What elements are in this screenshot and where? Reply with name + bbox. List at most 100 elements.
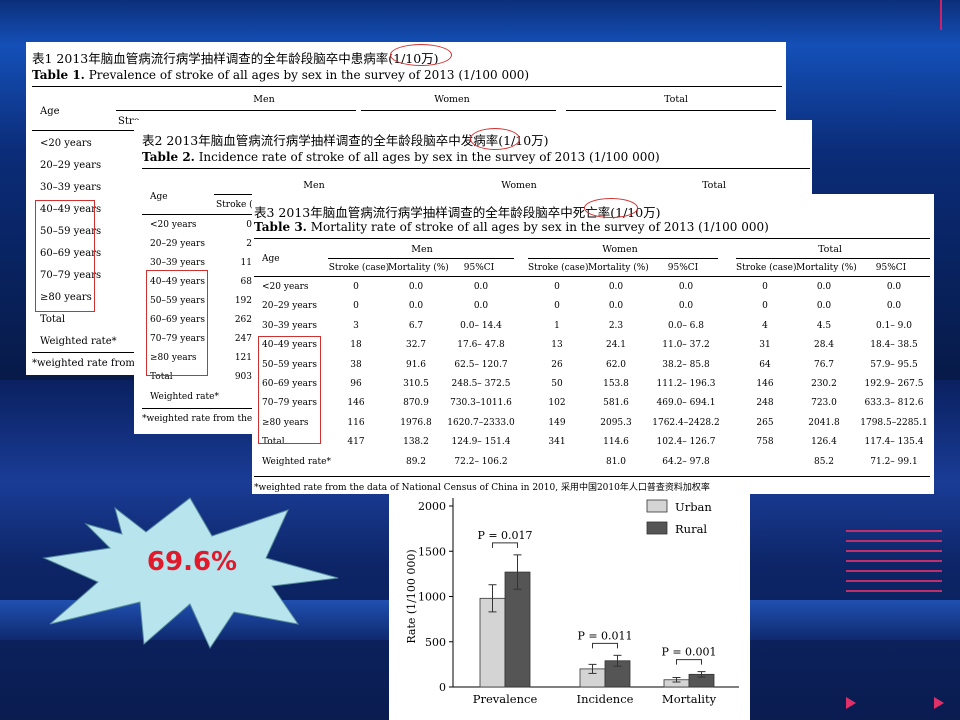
- table3-subheader: Stroke (case): [328, 263, 390, 273]
- table3-cell: 0.0: [608, 301, 624, 312]
- table3-cell: 62.0: [605, 359, 627, 370]
- table3-cell: 62.5– 120.7: [454, 359, 508, 370]
- table3-cell: 116: [347, 417, 365, 428]
- table3-cell: 146: [347, 398, 365, 409]
- table3-cell: 11.0– 37.2: [662, 340, 710, 351]
- table1-caption-cn: 表1 2013年脑血管病流行病学抽样调查的全年龄段脑卒中患病率(1/10万): [32, 51, 439, 66]
- table3-cell: 2.3: [608, 320, 624, 331]
- table3-cell: 0.0: [678, 301, 694, 312]
- table3-rule-women: [528, 258, 718, 259]
- table3-cell: 102.4– 126.7: [656, 437, 716, 448]
- decorative-line: [940, 0, 942, 30]
- table3-caption-en: Table 3. Mortality rate of stroke of all…: [254, 220, 769, 234]
- table3-cell: 146: [756, 379, 774, 389]
- highlight-percentage: 69.6%: [146, 547, 238, 577]
- table3-cell: 341: [548, 437, 566, 448]
- bar-chart: 0 500 1000 1500 2000 Rate (1/100 000) Prevalen…: [405, 498, 739, 706]
- table3-cell: 149: [548, 417, 566, 428]
- table3-cell: 0.0: [886, 301, 902, 312]
- y-tick-label: 2000: [418, 500, 446, 513]
- table3-cell: 0.0: [816, 301, 832, 312]
- table3-cell: 723.0: [811, 398, 837, 409]
- y-tick-label: 500: [425, 636, 446, 649]
- table2-caption-en: Table 2. Incidence rate of stroke of all…: [142, 150, 660, 164]
- table3-cell: 96: [350, 379, 362, 389]
- table3-cell: 64.2– 97.8: [662, 456, 710, 467]
- table1-highlight-box: [35, 200, 95, 312]
- p-value-label: P = 0.017: [477, 529, 532, 542]
- table1-age-row: Total: [40, 314, 66, 325]
- table2-rule-bottom: [142, 408, 252, 409]
- legend-swatch: [646, 499, 668, 513]
- table3-cell: 0: [353, 301, 359, 312]
- bar-chart-panel: 0 500 1000 1500 2000 Rate (1/100 000) Prevalen…: [389, 494, 750, 720]
- table3-rule-men: [328, 258, 514, 259]
- table3-cell: 72.2– 106.2: [454, 456, 508, 467]
- table3-cell: 633.3– 812.6: [864, 398, 924, 409]
- y-axis-label: Rate (1/100 000): [405, 549, 418, 643]
- table3-cell: 0.0: [678, 282, 694, 292]
- table3-cell: 1798.5–2285.1: [860, 417, 928, 428]
- table2-rule-head: [142, 214, 252, 215]
- table3-cell: 126.4: [811, 437, 837, 448]
- table3-cell: 0.0: [473, 301, 489, 312]
- table3-subheader: Mortality (%): [796, 263, 857, 273]
- table3-cell: 6.7: [408, 320, 424, 331]
- table3-group-women: Women: [602, 244, 638, 255]
- table1-group-total: Total: [664, 94, 688, 105]
- table3-cell: 310.5: [403, 379, 429, 389]
- table3-cell: 38.2– 85.8: [662, 359, 710, 370]
- table3-cell: 0.0: [886, 282, 902, 292]
- table3-cell: 870.9: [403, 398, 429, 409]
- table3-cell: 0.0– 6.8: [668, 320, 704, 331]
- table2-highlight-oval: [470, 128, 520, 150]
- table3-cell: 114.6: [603, 437, 629, 448]
- table2-stroke-cell: 2: [246, 239, 252, 249]
- table2-stroke-cell: 121: [234, 353, 252, 363]
- table3-cell: 18: [350, 340, 362, 351]
- table2-age-header: Age: [150, 192, 168, 202]
- table3-cell: 758: [756, 437, 774, 448]
- table3-highlight-box: [258, 336, 321, 444]
- table2-stroke-cell: 247: [234, 334, 252, 344]
- x-tick-label: Prevalence: [473, 692, 538, 706]
- table3-age-header: Age: [262, 254, 280, 264]
- table3-subheader: Stroke (case): [736, 263, 797, 273]
- table3-cell: 0: [353, 282, 359, 292]
- table3-group-men: Men: [411, 244, 433, 255]
- table2-footnote: *weighted rate from the: [142, 414, 253, 424]
- table3-cell: 64: [759, 359, 771, 370]
- legend-label: Rural: [675, 522, 707, 536]
- table2-age-row: <20 years: [150, 220, 197, 230]
- table3-cell: 91.6: [405, 359, 427, 370]
- table3-cell: 124.9– 151.4: [451, 437, 511, 448]
- table1-footnote: *weighted rate from: [32, 358, 135, 369]
- legend-label: Urban: [675, 500, 712, 514]
- table2-stroke-cell: 68: [240, 277, 252, 287]
- table3-cell: 730.3–1011.6: [450, 398, 512, 409]
- legend-swatch: [646, 521, 668, 535]
- p-value-label: P = 0.011: [577, 629, 632, 642]
- table2-rule-top: [142, 168, 810, 169]
- table2-age-row: 20–29 years: [150, 239, 205, 249]
- table3-cell: 18.4– 38.5: [870, 340, 918, 351]
- table3-cell: 1762.4–2428.2: [652, 417, 720, 428]
- table3-cell: 0.0: [408, 301, 424, 312]
- table2-age-row: Weighted rate*: [150, 392, 219, 402]
- table1-age-row: 20–29 years: [40, 160, 102, 171]
- table3-subheader: Stroke (case): [528, 263, 589, 273]
- table3-cell: 0.0: [473, 282, 489, 292]
- x-tick-label: Incidence: [577, 692, 634, 706]
- p-value-bracket: [492, 542, 518, 548]
- table3-cell: 0: [554, 301, 560, 312]
- table2-group-men: Men: [303, 180, 325, 191]
- table3-cell: 0.1– 9.0: [876, 320, 912, 331]
- table3-subheader: 95%CI: [463, 263, 495, 273]
- p-value-label: P = 0.001: [661, 646, 716, 659]
- table3-cell: 0: [762, 301, 768, 312]
- table3-cell: 31: [759, 340, 771, 351]
- table1-highlight-oval: [390, 44, 452, 66]
- x-tick-label: Mortality: [662, 692, 717, 706]
- table3-rule-bottom: [254, 476, 930, 477]
- table3-cell: 4.5: [816, 320, 832, 331]
